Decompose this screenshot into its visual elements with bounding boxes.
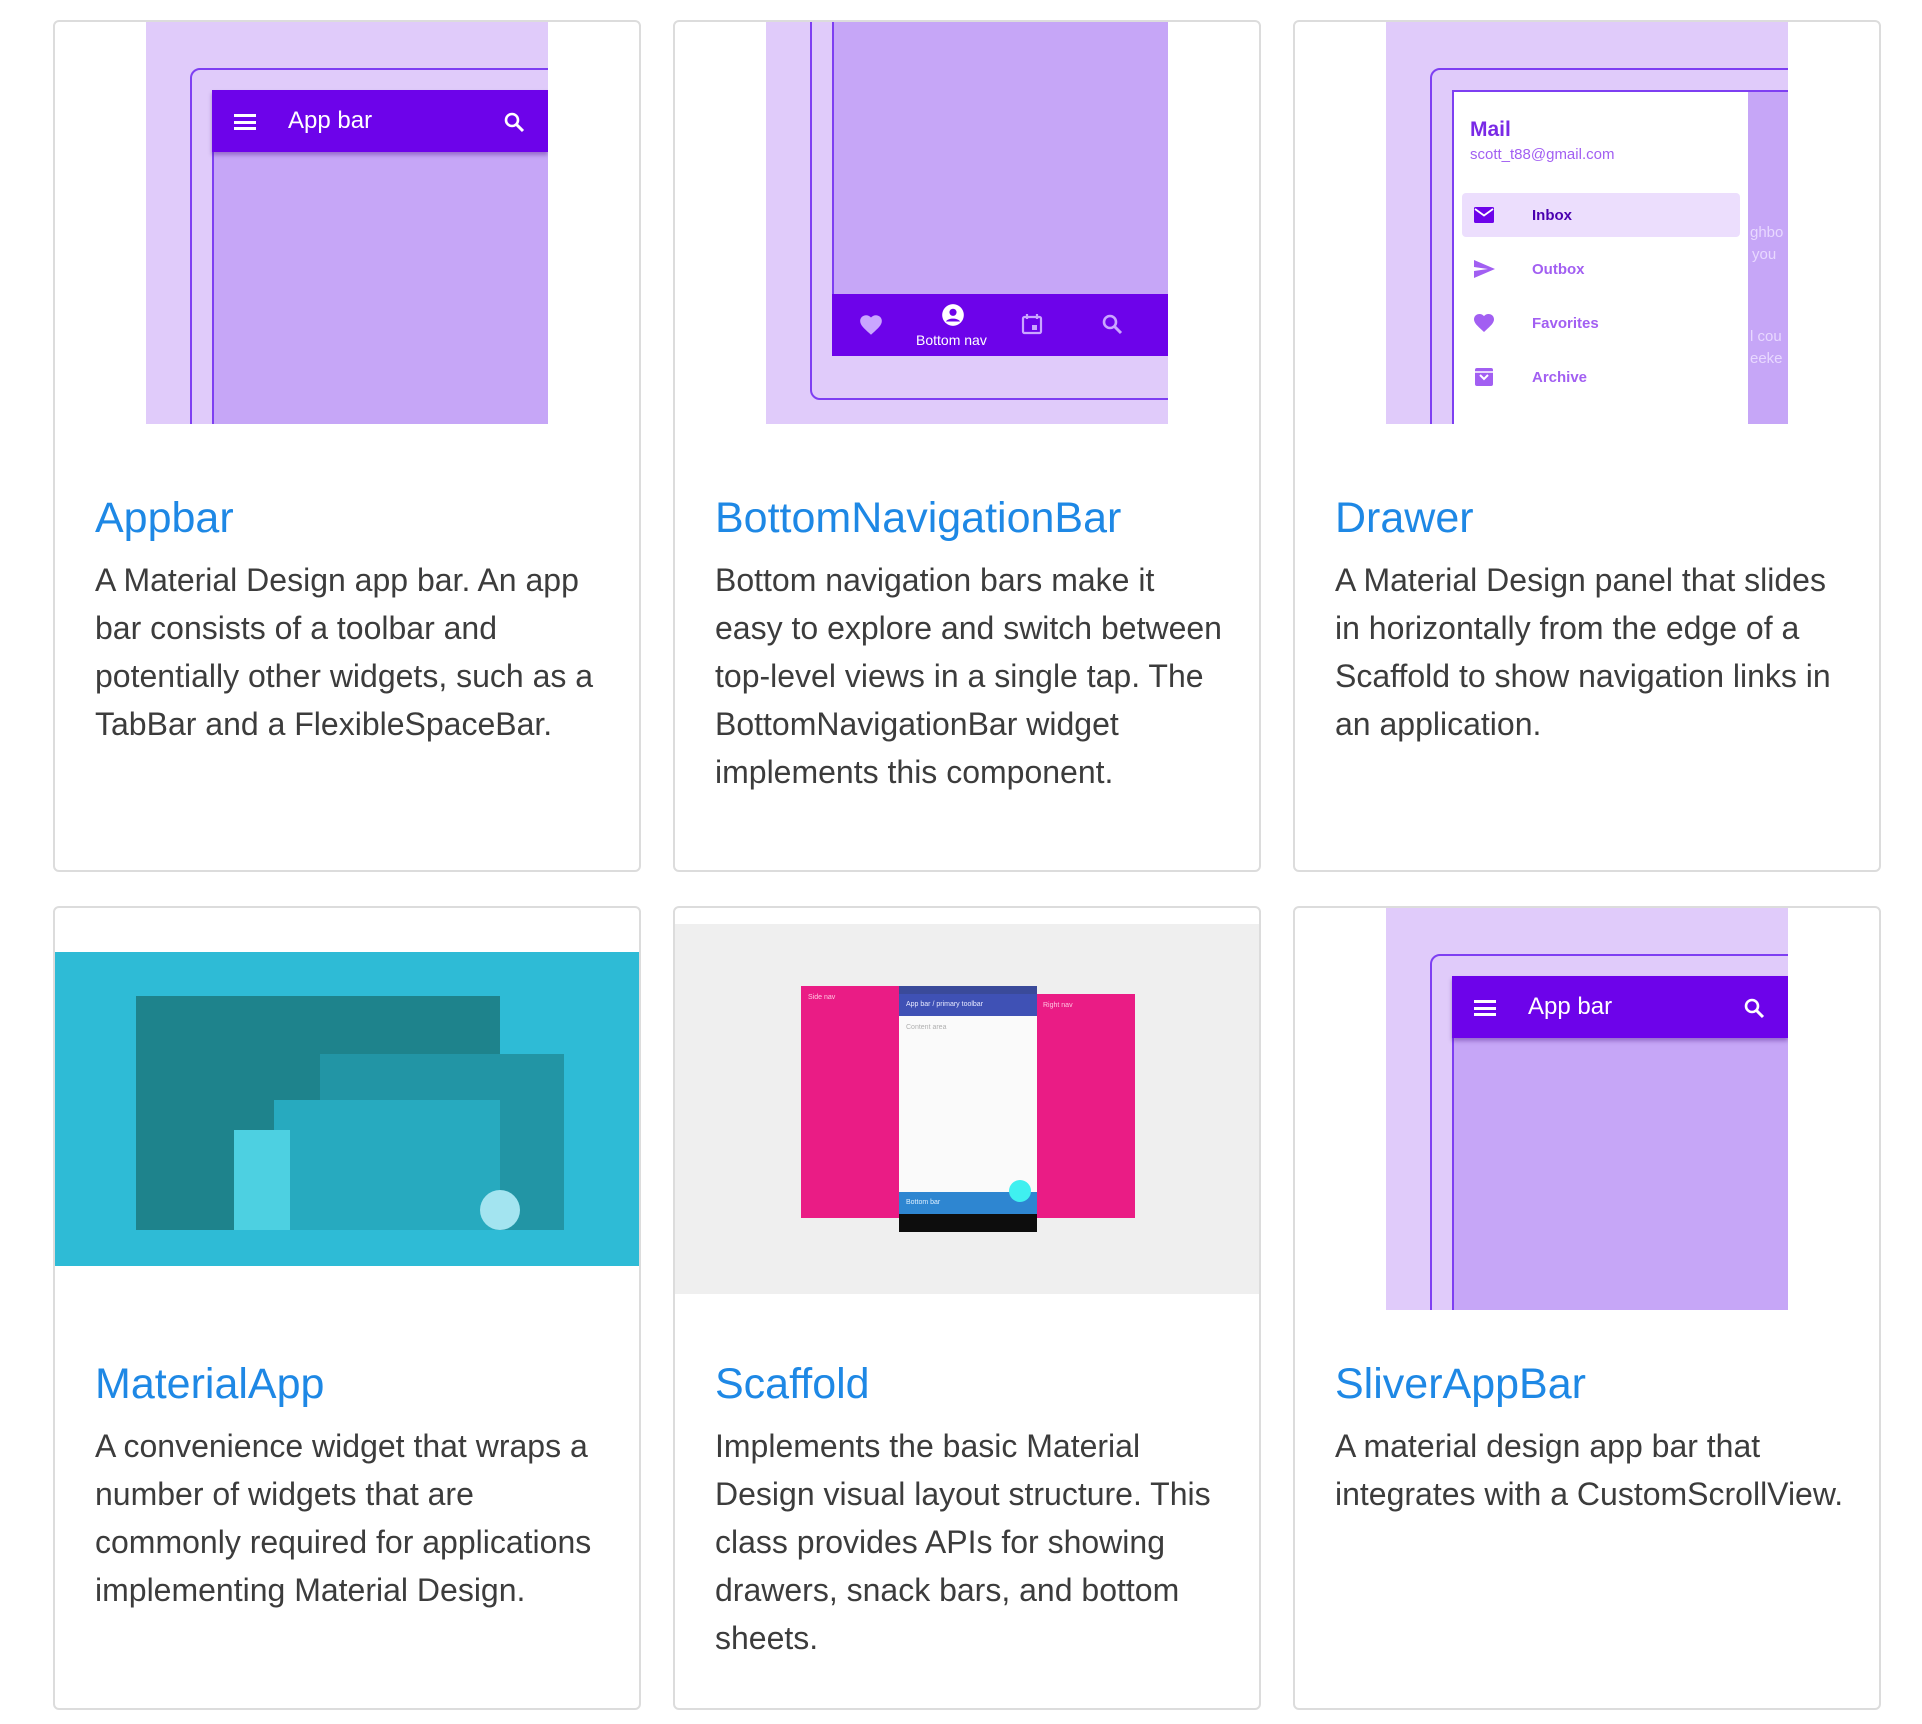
card-description: A material design app bar that integrate… [1335, 1428, 1844, 1512]
drawer-item-archive[interactable]: Archive [1462, 355, 1740, 399]
sliver-app-bar-thumbnail: App bar [1386, 908, 1788, 1310]
calendar-icon [1021, 314, 1043, 335]
peek-text: eeke [1750, 350, 1783, 367]
bottom-nav-bar: Bottom nav [832, 294, 1168, 356]
drawer-item-label: Archive [1532, 369, 1588, 386]
search-icon [1102, 314, 1123, 335]
peek-text: ghbo [1750, 224, 1784, 241]
toolbar: App bar / primary toolbar [899, 994, 1037, 1016]
drawer-item-label: Favorites [1532, 315, 1599, 332]
nav-bar [899, 1214, 1037, 1232]
right-nav-label: Right nav [1043, 1002, 1073, 1009]
material-app-thumbnail [55, 952, 639, 1266]
toolbar-label: App bar / primary toolbar [906, 1001, 984, 1008]
app-bar-title: App bar [288, 107, 373, 134]
card-description: A Material Design panel that slides in h… [1335, 562, 1831, 742]
card-sliver-app-bar[interactable]: App bar SliverAppBar A material design a… [1293, 906, 1881, 1710]
fab-circle [480, 1190, 520, 1230]
drawer-item-label: Outbox [1532, 261, 1585, 278]
appbar-thumbnail: App bar [146, 22, 548, 424]
card-description: Implements the basic Material Design vis… [715, 1428, 1211, 1656]
card-description: A Material Design app bar. An app bar co… [95, 562, 594, 742]
account-icon [942, 304, 964, 326]
drawer-panel: Mail scott_t88@gmail.com Inbox Outbox Fa… [1454, 92, 1748, 424]
app-bar: App bar [1452, 976, 1788, 1038]
drawer-item-label: Inbox [1532, 207, 1572, 224]
search-icon [1744, 998, 1765, 1019]
card-title[interactable]: BottomNavigationBar [715, 494, 1121, 543]
bottom-nav-label: Bottom nav [916, 332, 987, 348]
card-scaffold[interactable]: Side nav Right nav App bar / primary too… [673, 906, 1261, 1710]
archive-icon [1475, 368, 1493, 386]
card-drawer[interactable]: ghbo you l cou eeke Mail scott_t88@gmail… [1293, 20, 1881, 872]
mail-icon [1474, 207, 1494, 223]
screen-area [832, 22, 1168, 320]
right-nav-panel: Right nav [1035, 994, 1135, 1218]
search-icon [504, 112, 525, 133]
card-title[interactable]: Drawer [1335, 494, 1474, 543]
drawer-item-inbox[interactable]: Inbox [1462, 193, 1740, 237]
drawer-item-favorites[interactable]: Favorites [1462, 301, 1740, 345]
phone-screen: App bar / primary toolbar Content area B… [899, 986, 1037, 1232]
side-nav-panel: Side nav [801, 986, 901, 1218]
menu-icon [234, 114, 256, 130]
card-title[interactable]: Appbar [95, 494, 234, 543]
drawer-thumbnail: ghbo you l cou eeke Mail scott_t88@gmail… [1386, 22, 1788, 424]
app-bar: App bar [212, 90, 548, 152]
bottom-bar-label: Bottom bar [906, 1199, 941, 1206]
heart-icon [860, 315, 882, 335]
bottom-nav-thumbnail: Bottom nav [766, 22, 1168, 424]
heart-icon [1474, 314, 1494, 332]
card-material-app[interactable]: MaterialApp A convenience widget that wr… [53, 906, 641, 1710]
card-description: Bottom navigation bars make it easy to e… [715, 562, 1222, 790]
send-icon [1474, 260, 1495, 278]
content-area-label: Content area [906, 1024, 947, 1031]
account-email: scott_t88@gmail.com [1470, 146, 1615, 163]
card-description: A convenience widget that wraps a number… [95, 1428, 592, 1608]
card-title[interactable]: SliverAppBar [1335, 1360, 1586, 1409]
card-appbar[interactable]: App bar Appbar A Material Design app bar… [53, 20, 641, 872]
app-bar-title: App bar [1528, 993, 1613, 1020]
status-bar [899, 986, 1037, 994]
window-front [274, 1100, 500, 1230]
peek-text: l cou [1750, 328, 1782, 345]
sidebar-block [234, 1130, 290, 1230]
account-name: Mail [1470, 118, 1511, 141]
card-title[interactable]: MaterialApp [95, 1360, 324, 1409]
card-title[interactable]: Scaffold [715, 1360, 870, 1409]
peek-text: you [1752, 246, 1777, 263]
menu-icon [1474, 1000, 1496, 1016]
scaffold-thumbnail: Side nav Right nav App bar / primary too… [675, 924, 1259, 1294]
card-bottom-navigation-bar[interactable]: Bottom nav BottomNavigationBar Bottom na… [673, 20, 1261, 872]
fab-circle [1009, 1180, 1031, 1202]
side-nav-label: Side nav [808, 994, 836, 1001]
drawer-item-outbox[interactable]: Outbox [1462, 247, 1740, 291]
